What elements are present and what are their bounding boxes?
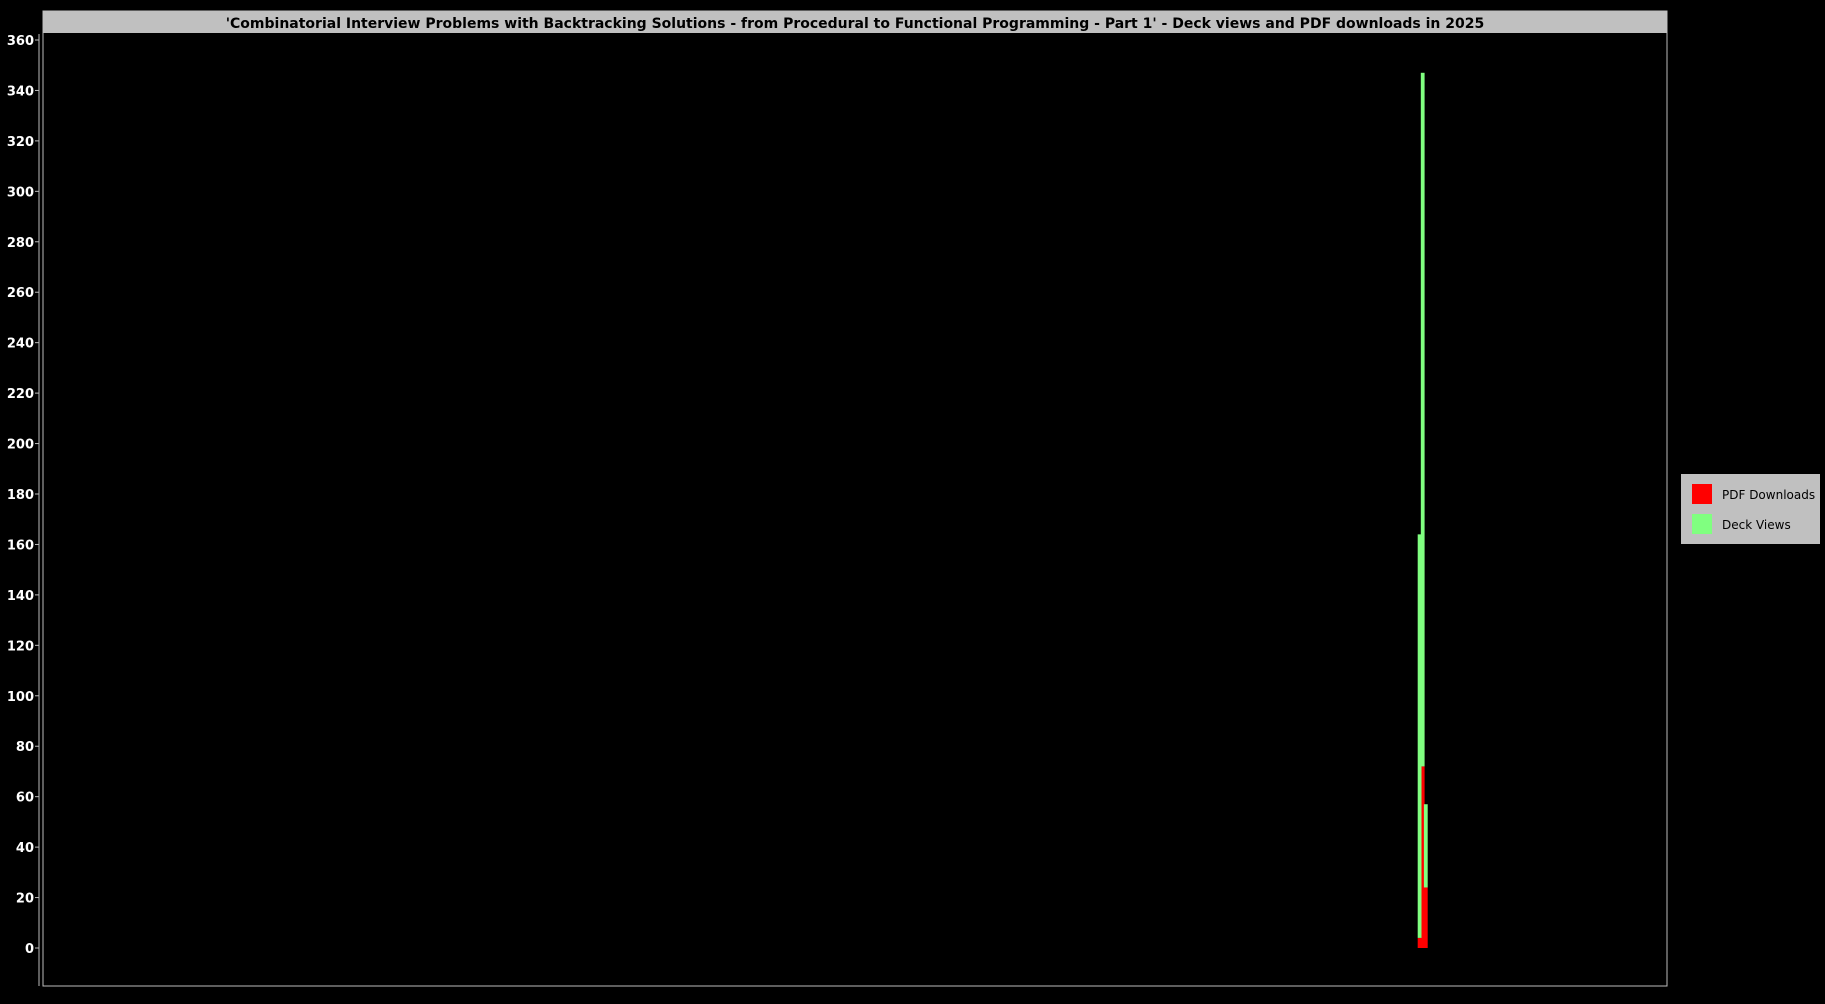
legend-label: PDF Downloads [1722, 488, 1815, 502]
y-tick-label: 340 [7, 84, 34, 99]
y-tick-label: 160 [7, 538, 34, 553]
y-tick-label: 80 [16, 740, 34, 755]
bar-pdf-downloads [1423, 887, 1428, 948]
y-tick-label: 60 [16, 791, 34, 806]
y-tick-label: 320 [7, 135, 34, 150]
y-tick-label: 20 [16, 892, 34, 907]
y-tick-label: 180 [7, 488, 34, 503]
y-tick-label: 100 [7, 690, 34, 705]
y-tick-label: 0 [25, 942, 34, 957]
y-tick-label: 280 [7, 236, 34, 251]
chart-container: 'Combinatorial Interview Problems with B… [0, 0, 1825, 1000]
legend-swatch [1692, 514, 1712, 534]
bar-deck-views [1423, 804, 1428, 888]
y-tick-label: 240 [7, 337, 34, 352]
y-tick-label: 360 [7, 34, 34, 49]
bar-chart: 'Combinatorial Interview Problems with B… [7, 10, 1820, 987]
y-axis-ticks: 0 20 40 60 80 100 120 140 160 180 200 220 240 260 280 3… [7, 34, 39, 957]
y-tick-label: 40 [16, 841, 34, 856]
y-tick-label: 260 [7, 286, 34, 301]
legend-swatch [1692, 484, 1712, 504]
y-tick-label: 200 [7, 438, 34, 453]
bar-deck-views [1420, 72, 1425, 767]
legend-label: Deck Views [1722, 518, 1791, 532]
bar-group [1417, 72, 1428, 948]
y-tick-label: 120 [7, 639, 34, 654]
chart-title: 'Combinatorial Interview Problems with B… [226, 16, 1485, 32]
y-tick-label: 300 [7, 185, 34, 200]
y-tick-label: 140 [7, 589, 34, 604]
legend: PDF Downloads Deck Views [1681, 474, 1820, 544]
y-tick-label: 220 [7, 387, 34, 402]
